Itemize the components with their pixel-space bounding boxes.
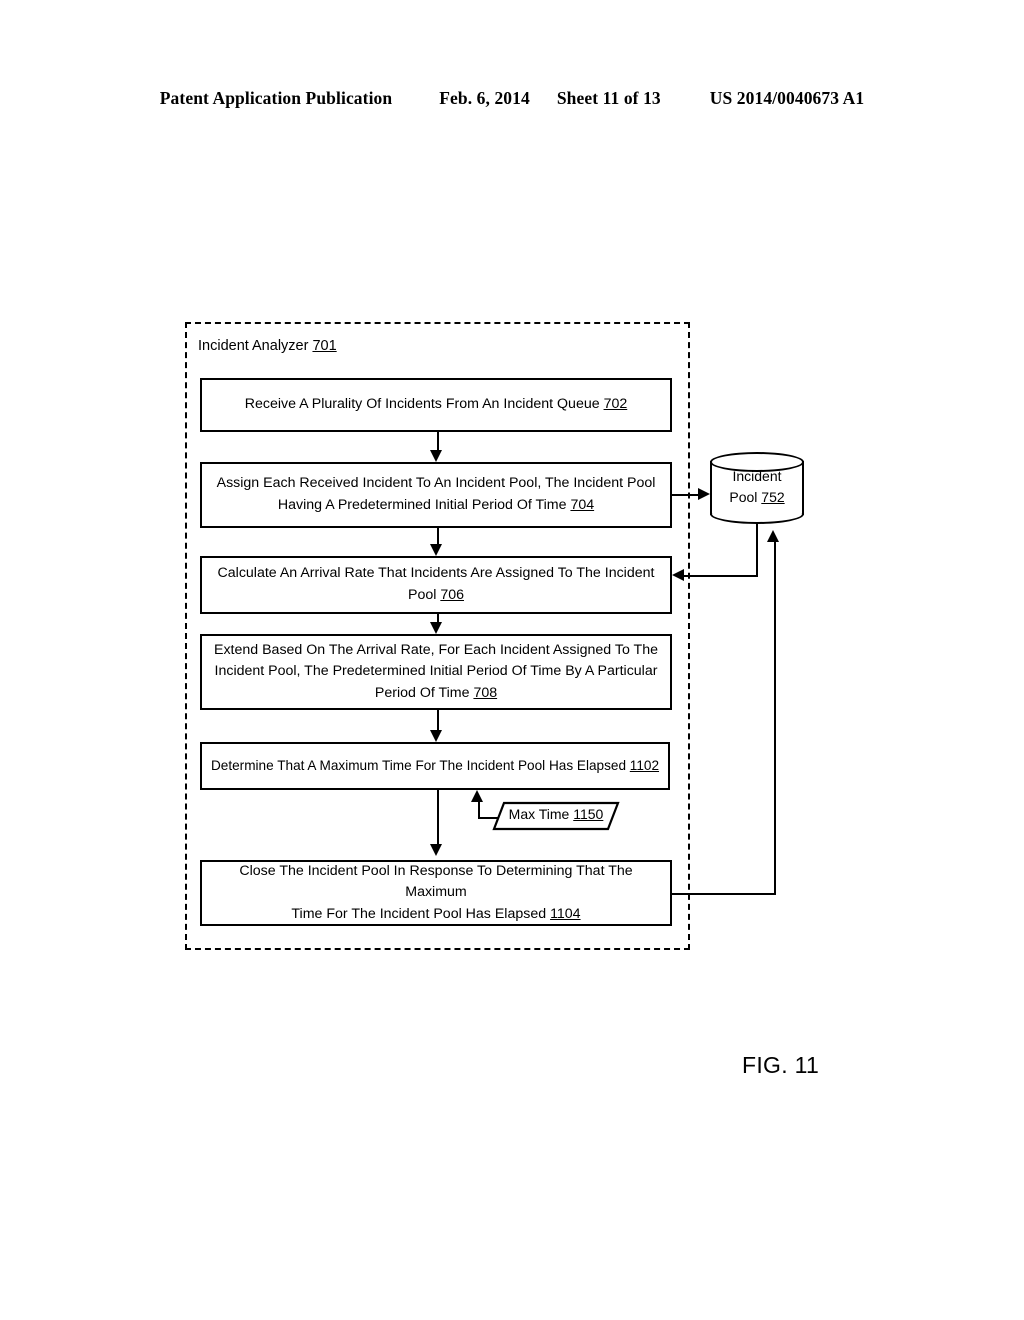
- connector-1102-1104: [437, 790, 439, 844]
- arrowhead-704-datastore: [698, 488, 710, 500]
- datastore-incident-pool: Incident Pool 752: [710, 452, 804, 524]
- process-box-702: Receive A Plurality Of Incidents From An…: [200, 378, 672, 432]
- process-box-702-line1: Receive A Plurality Of Incidents From An…: [244, 396, 604, 413]
- process-box-1104-line1: Close The Incident Pool In Response To D…: [239, 862, 633, 901]
- process-box-1102: Determine That A Maximum Time For The In…: [200, 742, 670, 790]
- process-box-1104-line2: Time For The Incident Pool Has Elapsed: [291, 905, 551, 922]
- max-time-ref: 1150: [573, 806, 604, 822]
- arrowhead-706-708: [430, 622, 442, 634]
- datastore-label: Incident Pool 752: [710, 466, 804, 508]
- arrowhead-708-1102: [430, 730, 442, 742]
- arrowhead-maxtime-1102: [471, 790, 483, 802]
- max-time-label: Max Time 1150: [492, 806, 620, 822]
- connector-704-datastore: [672, 494, 698, 496]
- process-box-708-line3: Period Of Time: [374, 684, 474, 701]
- connector-maxtime-1102-horizontal: [478, 817, 498, 819]
- process-box-708-line1: Extend Based On The Arrival Rate, For Ea…: [213, 641, 658, 658]
- connector-1104-datastore-vertical: [774, 542, 776, 895]
- arrowhead-1102-1104: [430, 844, 442, 856]
- arrowhead-1104-datastore: [767, 530, 779, 542]
- process-box-704: Assign Each Received Incident To An Inci…: [200, 462, 672, 528]
- process-box-708-ref: 708: [473, 684, 498, 701]
- incident-analyzer-label-text: Incident Analyzer: [198, 338, 309, 354]
- incident-analyzer-label: Incident Analyzer 701: [198, 338, 337, 354]
- data-node-max-time: Max Time 1150: [492, 801, 620, 831]
- process-box-706-line1: Calculate An Arrival Rate That Incidents…: [217, 565, 655, 582]
- connector-maxtime-1102-vertical: [478, 802, 480, 819]
- connector-704-706: [437, 528, 439, 544]
- process-box-1104: Close The Incident Pool In Response To D…: [200, 860, 672, 926]
- connector-1104-datastore-horizontal: [672, 893, 776, 895]
- connector-708-1102: [437, 710, 439, 730]
- arrowhead-704-706: [430, 544, 442, 556]
- incident-analyzer-ref: 701: [312, 338, 337, 354]
- connector-datastore-706-horizontal: [684, 575, 758, 577]
- datastore-label-line2: Pool: [729, 489, 762, 505]
- datastore-label-line1: Incident: [732, 468, 782, 484]
- arrowhead-702-704: [430, 450, 442, 462]
- process-box-1104-ref: 1104: [550, 905, 581, 922]
- process-box-708-line2: Incident Pool, The Predetermined Initial…: [214, 663, 658, 680]
- process-box-706-ref: 706: [440, 587, 464, 603]
- arrowhead-datastore-706: [672, 569, 684, 581]
- datastore-ref: 752: [761, 489, 785, 505]
- process-box-1102-ref: 1102: [629, 757, 660, 773]
- connector-702-704: [437, 432, 439, 450]
- process-box-708: Extend Based On The Arrival Rate, For Ea…: [200, 634, 672, 710]
- max-time-label-text: Max Time: [508, 806, 574, 822]
- process-box-704-ref: 704: [570, 497, 595, 513]
- process-box-704-line1: Assign Each Received Incident To An Inci…: [216, 475, 656, 492]
- figure-caption: FIG. 11: [742, 1052, 820, 1078]
- process-box-1102-line1: Determine That A Maximum Time For The In…: [210, 757, 630, 773]
- patent-figure: Incident Analyzer 701 Receive A Pluralit…: [0, 0, 1024, 1320]
- process-box-706-line2: Pool: [407, 587, 441, 603]
- connector-706-708: [437, 614, 439, 622]
- connector-datastore-706-vertical: [756, 520, 758, 577]
- process-box-706: Calculate An Arrival Rate That Incidents…: [200, 556, 672, 614]
- process-box-702-ref: 702: [603, 396, 628, 413]
- process-box-704-line2: Having A Predetermined Initial Period Of…: [277, 497, 571, 513]
